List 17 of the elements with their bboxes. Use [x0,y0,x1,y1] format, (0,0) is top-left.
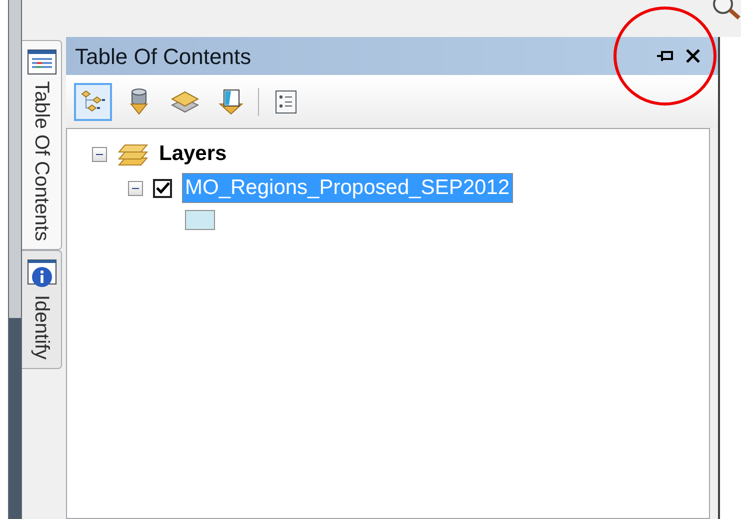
layer-selection-icon [217,88,245,116]
layer-checkbox[interactable] [153,178,172,198]
layer-order-icon [80,88,106,114]
legend-swatch [185,210,215,230]
table-of-contents-icon [26,49,56,75]
panel-title: Table Of Contents [75,42,252,70]
data-frame-label[interactable]: Layers [159,140,227,168]
side-tab[interactable]: Identify [22,250,62,369]
collapse-icon[interactable] [92,146,107,162]
side-tab[interactable]: Table Of Contents [22,40,62,250]
layers-icon [170,88,200,114]
side-tab-label: Table Of Contents [30,81,54,242]
collapse-icon[interactable] [128,180,143,196]
list-options-icon [274,88,298,114]
side-tab-label: Identify [30,295,54,360]
info-icon [26,259,56,290]
check-icon [156,182,170,194]
